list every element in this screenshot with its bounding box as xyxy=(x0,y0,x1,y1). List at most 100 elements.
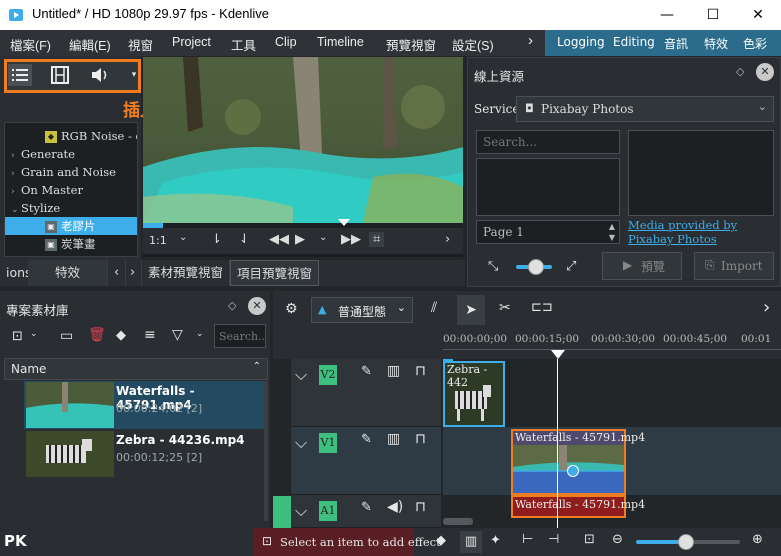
search-input[interactable] xyxy=(476,130,620,154)
audio-target-indicator[interactable] xyxy=(273,496,291,528)
page-spinbox[interactable]: Page 1 ▲ ▼ xyxy=(476,220,620,244)
layout-logging[interactable]: Logging xyxy=(557,35,605,49)
preview-button[interactable]: ▶ 預覽 xyxy=(602,252,682,280)
zoom-out-icon[interactable]: ⤡ xyxy=(488,259,498,274)
track-area-v2[interactable]: Zebra - 442 xyxy=(443,359,781,427)
chevron-right-icon[interactable]: › xyxy=(445,232,450,247)
timeline-clip-waterfalls-audio[interactable]: Waterfalls - 45791.mp4 xyxy=(511,495,645,518)
effect-item[interactable]: ◆ RGB Noise - de xyxy=(5,127,137,145)
track-area-v1[interactable]: Waterfalls - 45791.mp4 xyxy=(443,427,781,495)
track-area-a1[interactable]: Waterfalls - 45791.mp4 xyxy=(443,495,781,528)
effect-category[interactable]: ⌄ Stylize xyxy=(5,199,137,217)
provider-link[interactable]: Media provided by Pixabay Photos xyxy=(628,218,774,246)
rewind-icon[interactable]: ◀◀ xyxy=(269,232,289,247)
search-results-list[interactable] xyxy=(476,158,620,216)
zoom-select[interactable]: 1:1 xyxy=(149,234,167,247)
effect-category[interactable]: › Generate xyxy=(5,145,137,163)
effect-category[interactable]: › On Master xyxy=(5,181,137,199)
bin-clip-row[interactable]: Waterfalls - 45791.mp4 00:00:24;02 [2] xyxy=(24,381,268,429)
timeline-settings-icon[interactable]: ⚙ xyxy=(285,301,298,317)
bin-clip-row[interactable]: Zebra - 44236.mp4 00:00:12;25 [2] xyxy=(24,430,268,478)
select-tool-icon[interactable]: ➤ xyxy=(457,295,485,325)
thumbnail-mode-icon[interactable]: ▥ xyxy=(460,531,482,553)
hide-track-icon[interactable]: ▥ xyxy=(387,363,400,379)
float-panel-icon[interactable]: ◇ xyxy=(228,299,236,312)
add-clip-icon[interactable]: ⊡ xyxy=(12,329,23,344)
lock-icon[interactable]: ⊓ xyxy=(415,431,426,447)
bin-scrollbar[interactable] xyxy=(264,381,268,521)
timeline-clip-waterfalls[interactable]: Waterfalls - 45791.mp4 xyxy=(511,429,645,495)
set-zone-in-icon[interactable]: ⇂ xyxy=(211,232,222,247)
chevron-down-icon[interactable]: ⌄ xyxy=(179,232,187,243)
tag-icon[interactable]: ◆ xyxy=(436,533,446,548)
close-panel-icon[interactable]: ✕ xyxy=(248,297,266,315)
effect-category[interactable]: › Grain and Noise xyxy=(5,163,137,181)
timeline-zoom-slider[interactable] xyxy=(636,534,740,550)
spacer-tool-icon[interactable]: ⊏⊐ xyxy=(531,300,553,315)
crop-icon[interactable]: ⌗ xyxy=(369,232,385,247)
hide-track-icon[interactable]: ▥ xyxy=(387,431,400,447)
layout-editing[interactable]: Editing xyxy=(613,35,655,49)
maximize-button[interactable]: ☐ xyxy=(690,0,736,30)
tab-effects[interactable]: 特效 xyxy=(28,260,108,286)
snap-icon[interactable]: ⫽ xyxy=(431,300,437,316)
split-audio-icon[interactable]: ⊣ xyxy=(548,532,559,547)
playhead-marker-icon[interactable] xyxy=(551,350,565,359)
import-button[interactable]: ⎘ Import xyxy=(694,252,774,280)
slider-handle[interactable] xyxy=(528,259,544,275)
menu-tool[interactable]: 工具 xyxy=(231,35,256,54)
effects-wand-icon[interactable]: ✎ xyxy=(361,432,372,447)
service-select[interactable]: ◘ Pixabay Photos ⌄ xyxy=(516,96,774,122)
menu-timeline[interactable]: Timeline xyxy=(317,35,364,49)
collapse-icon[interactable]: ⌵ xyxy=(295,501,307,521)
chevron-right-icon[interactable]: › xyxy=(763,297,770,318)
chevron-down-icon[interactable]: ⌄ xyxy=(319,232,327,243)
trash-icon[interactable]: 🗑 xyxy=(88,327,106,343)
slider-handle[interactable] xyxy=(678,534,694,550)
track-header-a1[interactable]: ⌵ A1 ✎ ◀) ⊓ xyxy=(291,495,441,528)
effects-wand-icon[interactable]: ✎ xyxy=(361,364,372,379)
close-panel-icon[interactable]: ✕ xyxy=(756,63,774,81)
monitor-video-frame[interactable] xyxy=(143,57,463,223)
ripple-icon[interactable]: ⊢ xyxy=(522,532,533,547)
menu-settings[interactable]: 設定(S) xyxy=(452,35,494,54)
playhead-marker-icon[interactable] xyxy=(338,219,350,226)
effect-item-selected[interactable]: ▣ 老膠片 xyxy=(5,217,137,235)
collapse-icon[interactable]: ⌵ xyxy=(295,433,307,453)
play-icon[interactable]: ▶ xyxy=(295,232,305,247)
tab-clip-monitor[interactable]: 素材預覽視窗 xyxy=(142,260,231,286)
zoom-in-icon[interactable]: ⊕ xyxy=(752,532,763,547)
timeline-clip-zebra[interactable]: Zebra - 442 xyxy=(443,361,505,427)
menu-project[interactable]: Project xyxy=(172,35,211,49)
tabs-next-icon[interactable]: › xyxy=(124,260,143,286)
effect-item[interactable]: ▣ 炭筆畫 xyxy=(5,235,137,253)
layout-effects[interactable]: 特效 xyxy=(704,35,728,52)
float-panel-icon[interactable]: ◇ xyxy=(736,65,744,78)
zoom-out-icon[interactable]: ⊖ xyxy=(612,532,623,547)
zoom-slider[interactable] xyxy=(516,259,552,275)
audio-thumbs-icon[interactable]: ✦ xyxy=(490,533,501,548)
close-button[interactable]: ✕ xyxy=(735,0,781,30)
menu-edit[interactable]: 編輯(E) xyxy=(69,35,111,54)
tab-project-monitor[interactable]: 項目預覽視窗 xyxy=(230,260,320,286)
bin-search-input[interactable] xyxy=(214,324,266,348)
chevron-down-icon[interactable]: ⌄ xyxy=(30,329,38,339)
zoom-in-icon[interactable]: ⤢ xyxy=(566,259,576,274)
track-header-v2[interactable]: ⌵ V2 ✎ ▥ ⊓ xyxy=(291,359,441,427)
razor-tool-icon[interactable]: ✂ xyxy=(499,300,511,316)
menu-file[interactable]: 檔案(F) xyxy=(10,35,51,54)
filter-icon[interactable]: ▽ xyxy=(172,327,183,343)
timeline-ruler[interactable]: 00:00:00;00 00:00:15;00 00:00:30;00 00:0… xyxy=(443,331,781,359)
lock-icon[interactable]: ⊓ xyxy=(415,499,426,515)
collapse-icon[interactable]: ⌵ xyxy=(295,365,307,385)
effects-wand-icon[interactable]: ✎ xyxy=(361,500,372,515)
layout-color[interactable]: 色彩 xyxy=(743,35,767,52)
tag-icon[interactable]: ◆ xyxy=(116,328,126,343)
menu-clip[interactable]: Clip xyxy=(275,35,297,49)
set-zone-out-icon[interactable]: ⇃ xyxy=(239,232,250,247)
forward-icon[interactable]: ▶▶ xyxy=(341,232,361,247)
edit-mode-select[interactable]: ▲ 普通型態 ⌄ xyxy=(311,297,413,323)
menu-view[interactable]: 視窗 xyxy=(128,35,153,54)
lock-icon[interactable]: ⊓ xyxy=(415,363,426,379)
menu-overflow-icon[interactable]: › xyxy=(528,32,533,49)
